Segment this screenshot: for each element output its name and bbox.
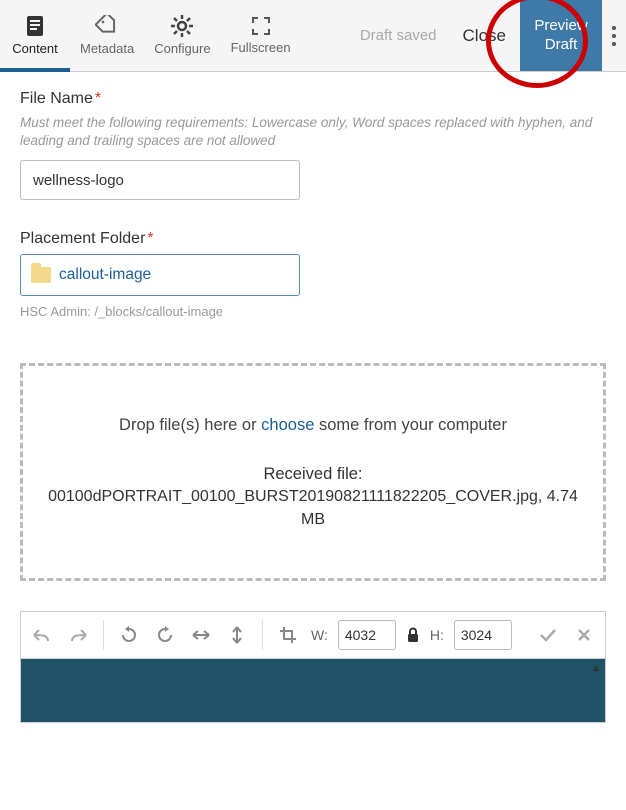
dropzone-instruction: Drop file(s) here or choose some from yo… (119, 414, 507, 437)
redo-button[interactable] (65, 620, 91, 650)
placement-folder-breadcrumb: HSC Admin: /_blocks/callout-image (20, 304, 606, 319)
received-file-name: 00100dPORTRAIT_00100_BURST20190821111822… (45, 486, 581, 531)
lock-aspect-button[interactable] (406, 627, 420, 643)
toolbar: Content Metadata Configure Fullscreen Dr… (0, 0, 626, 72)
document-icon (25, 15, 45, 37)
crop-button[interactable] (275, 620, 301, 650)
rotate-right-button[interactable] (152, 620, 178, 650)
tab-label: Configure (154, 41, 210, 56)
file-dropzone[interactable]: Drop file(s) here or choose some from yo… (20, 363, 606, 581)
folder-icon (31, 267, 51, 283)
preview-draft-button[interactable]: Preview Draft (520, 0, 602, 71)
undo-button[interactable] (29, 620, 55, 650)
image-editor-toolbar: W: H: (20, 611, 606, 659)
tab-fullscreen[interactable]: Fullscreen (221, 0, 301, 71)
fullscreen-icon (251, 16, 271, 36)
draft-saved-status: Draft saved (348, 0, 449, 71)
choose-file-link[interactable]: choose (261, 416, 314, 434)
placement-folder-label: Placement Folder* (20, 230, 606, 248)
image-preview[interactable]: ▲ (20, 659, 606, 723)
cancel-button[interactable] (571, 620, 597, 650)
scroll-up-indicator[interactable]: ▲ (591, 663, 601, 673)
flip-vertical-button[interactable] (224, 620, 250, 650)
width-input[interactable] (338, 620, 396, 650)
required-marker: * (147, 230, 153, 247)
close-button[interactable]: Close (449, 0, 520, 71)
content-area: File Name* Must meet the following requi… (0, 72, 626, 741)
received-file-label: Received file: (263, 463, 362, 486)
gear-icon (171, 15, 193, 37)
file-name-label: File Name* (20, 90, 606, 108)
tab-configure[interactable]: Configure (144, 0, 220, 71)
more-menu-button[interactable] (602, 0, 626, 71)
height-label: H: (430, 627, 444, 643)
tag-icon (95, 15, 119, 37)
tab-label: Metadata (80, 41, 134, 56)
tab-label: Fullscreen (231, 40, 291, 55)
tab-metadata[interactable]: Metadata (70, 0, 144, 71)
confirm-button[interactable] (535, 620, 561, 650)
rotate-left-button[interactable] (116, 620, 142, 650)
height-input[interactable] (454, 620, 512, 650)
required-marker: * (95, 90, 101, 107)
flip-horizontal-button[interactable] (188, 620, 214, 650)
tab-label: Content (12, 41, 58, 56)
width-label: W: (311, 627, 328, 643)
file-name-input[interactable] (20, 160, 300, 200)
tab-content[interactable]: Content (0, 0, 70, 71)
placement-folder-picker[interactable]: callout-image (20, 254, 300, 296)
file-name-hint: Must meet the following requirements: Lo… (20, 114, 606, 150)
placement-folder-value: callout-image (59, 266, 151, 284)
